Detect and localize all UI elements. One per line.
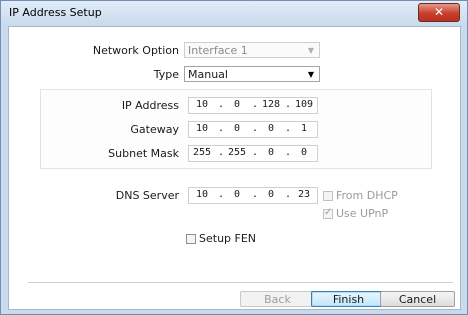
dialog-body: Network Option Interface 1 ▼ Type Manual…: [8, 26, 461, 310]
gateway-field[interactable]: 10 . 0 . 0 . 1: [188, 121, 318, 138]
gateway-octet[interactable]: 1: [293, 123, 315, 134]
footer-divider: [28, 282, 453, 283]
ip-address-field[interactable]: 10 . 0 . 128 . 109: [188, 97, 318, 114]
finish-button[interactable]: Finish: [311, 291, 386, 307]
checkmark-icon: ✓: [324, 207, 333, 218]
from-dhcp-label: From DHCP: [336, 189, 398, 202]
ip-address-octet[interactable]: 128: [260, 99, 282, 110]
gateway-octet[interactable]: 10: [191, 123, 213, 134]
dns-server-octet[interactable]: 10: [191, 189, 213, 200]
dns-server-octet[interactable]: 0: [226, 189, 248, 200]
use-upnp-label: Use UPnP: [336, 207, 389, 220]
subnet-mask-octet[interactable]: 0: [293, 147, 315, 158]
type-select[interactable]: Manual ▼: [184, 66, 320, 82]
network-option-value: Interface 1: [188, 44, 248, 57]
type-value: Manual: [188, 68, 228, 81]
ip-address-octet[interactable]: 0: [226, 99, 248, 110]
use-upnp-checkbox[interactable]: ✓: [323, 207, 333, 219]
subnet-mask-octet[interactable]: 255: [191, 147, 213, 158]
subnet-mask-label: Subnet Mask: [108, 147, 179, 160]
dns-server-octet[interactable]: 0: [260, 189, 282, 200]
close-icon: ✕: [433, 5, 445, 19]
subnet-mask-octet[interactable]: 0: [260, 147, 282, 158]
subnet-mask-field[interactable]: 255 . 255 . 0 . 0: [188, 145, 318, 162]
setup-fen-checkbox[interactable]: [186, 234, 196, 244]
dns-server-label: DNS Server: [115, 189, 179, 202]
back-button[interactable]: Back: [240, 291, 315, 307]
from-dhcp-checkbox[interactable]: [323, 191, 333, 201]
dns-server-octet[interactable]: 23: [293, 189, 315, 200]
chevron-down-icon: ▼: [307, 70, 314, 79]
network-option-select: Interface 1 ▼: [184, 42, 320, 58]
gateway-octet[interactable]: 0: [260, 123, 282, 134]
subnet-mask-octet[interactable]: 255: [226, 147, 248, 158]
window-title: IP Address Setup: [9, 6, 102, 19]
ip-address-octet[interactable]: 10: [191, 99, 213, 110]
gateway-octet[interactable]: 0: [226, 123, 248, 134]
gateway-label: Gateway: [130, 123, 179, 136]
chevron-down-icon: ▼: [307, 46, 314, 55]
dns-server-field[interactable]: 10 . 0 . 0 . 23: [188, 187, 318, 204]
cancel-button[interactable]: Cancel: [380, 291, 455, 307]
ip-address-setup-dialog: IP Address Setup ✕ Network Option Interf…: [0, 0, 468, 315]
title-bar: IP Address Setup ✕: [1, 1, 467, 25]
setup-fen-label: Setup FEN: [199, 232, 257, 245]
close-button[interactable]: ✕: [418, 3, 460, 22]
network-option-label: Network Option: [92, 44, 179, 57]
ip-address-octet[interactable]: 109: [293, 99, 315, 110]
ip-address-label: IP Address: [121, 99, 179, 112]
type-label: Type: [153, 68, 179, 81]
